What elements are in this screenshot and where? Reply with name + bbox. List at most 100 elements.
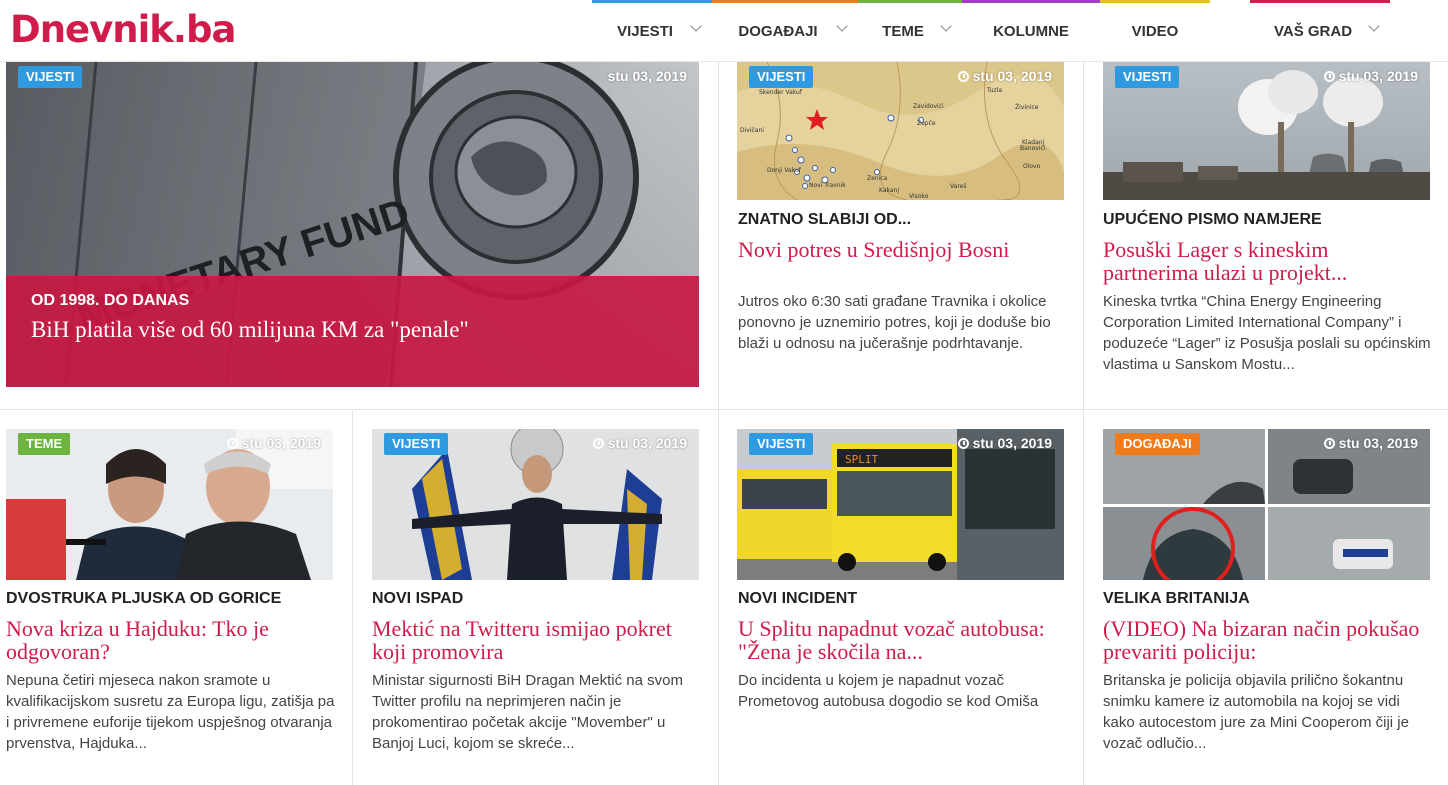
category-badge[interactable]: VIJESTI: [1115, 66, 1180, 88]
site-logo[interactable]: Dnevnik.ba: [10, 8, 236, 51]
column-divider: [718, 410, 719, 785]
column-divider: [1083, 410, 1084, 785]
date-text: stu 03, 2019: [607, 435, 687, 451]
nav-label: VAŠ GRAD: [1273, 22, 1353, 40]
date-text: stu 03, 2019: [607, 68, 687, 84]
map-label: Vareš: [950, 183, 966, 190]
article-image[interactable]: TEME stu 03, 2019: [6, 429, 333, 580]
map-label: Olovo: [1023, 163, 1041, 170]
article-kicker: NOVI INCIDENT: [738, 590, 858, 607]
category-badge[interactable]: DOGAĐAJI: [1115, 433, 1200, 455]
article-excerpt: Kineska tvrtka “China Energy Engineering…: [1103, 293, 1431, 373]
article-date: stu 03, 2019: [592, 435, 687, 451]
nav-dogadaji[interactable]: DOGAĐAJI: [712, 0, 858, 62]
map-label: Visoko: [909, 193, 929, 200]
article-kicker: UPUĆENO PISMO NAMJERE: [1103, 211, 1322, 228]
nav-accent-bar: [1250, 0, 1390, 3]
map-label: Žepče: [917, 119, 936, 127]
map-label: Tuzla: [986, 87, 1002, 94]
article-excerpt: Ministar sigurnosti BiH Dragan Mektić na…: [372, 672, 683, 752]
date-text: stu 03, 2019: [972, 435, 1052, 451]
hero-caption[interactable]: OD 1998. DO DANAS BiH platila više od 60…: [6, 276, 699, 387]
row-divider: [0, 409, 1448, 410]
bus-sign-text: SPLIT: [845, 453, 878, 466]
chevron-down-icon[interactable]: [940, 20, 952, 32]
nav-teme[interactable]: TEME: [858, 0, 962, 62]
map-label: Zenica: [867, 175, 888, 182]
nav-label: KOLUMNE: [993, 22, 1069, 40]
clock-icon: [1323, 437, 1335, 449]
map-label: Kakanj: [879, 187, 899, 194]
article-title[interactable]: Novi potres u Središnjoj Bosni: [738, 238, 1068, 261]
article-excerpt: Britanska je policija objavila prilično …: [1103, 672, 1409, 752]
nav-kolumne[interactable]: KOLUMNE: [962, 0, 1100, 62]
chevron-down-icon[interactable]: [836, 20, 848, 32]
map-label: Divičani: [740, 127, 764, 134]
nav-label: VIDEO: [1131, 22, 1179, 40]
article-image[interactable]: VIJESTI stu 03, 2019: [372, 429, 699, 580]
column-divider: [352, 410, 353, 785]
column-divider: [1083, 62, 1084, 409]
article-image[interactable]: SPLIT VIJESTI stu 03, 2019: [737, 429, 1064, 580]
article-kicker: VELIKA BRITANIJA: [1103, 590, 1250, 607]
article-date: stu 03, 2019: [1323, 435, 1418, 451]
article-title[interactable]: Posuški Lager s kineskim partnerima ulaz…: [1103, 238, 1423, 284]
clock-icon: [957, 70, 969, 82]
date-text: stu 03, 2019: [241, 435, 321, 451]
map-label: Novi Travnik: [809, 182, 846, 189]
chevron-down-icon[interactable]: [690, 20, 702, 32]
article-excerpt: Nepuna četiri mjeseca nakon sramote u kv…: [6, 672, 335, 752]
nav-vijesti[interactable]: VIJESTI: [592, 0, 712, 62]
nav-label: VIJESTI: [617, 22, 673, 40]
article-date: stu 03, 2019: [608, 68, 687, 84]
article-kicker: DVOSTRUKA PLJUSKA OD GORICE: [6, 590, 282, 607]
map-label: Banovići: [1020, 145, 1046, 152]
article-date: stu 03, 2019: [957, 435, 1052, 451]
clock-icon: [592, 437, 604, 449]
category-badge[interactable]: VIJESTI: [18, 66, 83, 88]
clock-icon: [957, 437, 969, 449]
clock-icon: [1323, 70, 1335, 82]
article-title[interactable]: (VIDEO) Na bizaran način pokušao prevari…: [1103, 617, 1423, 663]
nav-accent-bar: [858, 0, 962, 3]
date-text: stu 03, 2019: [1338, 435, 1418, 451]
map-label: Skender Vakuf: [759, 89, 803, 96]
article-excerpt: Do incidenta u kojem je napadnut vozač P…: [738, 672, 1039, 710]
article-date: stu 03, 2019: [957, 68, 1052, 84]
article-image[interactable]: Skender Vakuf Zavidovići Žepče Živinice …: [737, 62, 1064, 200]
article-title[interactable]: U Splitu napadnut vozač autobusa: "Žena …: [738, 617, 1058, 663]
date-text: stu 03, 2019: [972, 68, 1052, 84]
nav-accent-bar: [962, 0, 1100, 3]
article-kicker: NOVI ISPAD: [372, 590, 464, 607]
nav-accent-bar: [592, 0, 712, 3]
category-badge[interactable]: VIJESTI: [384, 433, 449, 455]
nav-accent-bar: [1100, 0, 1210, 3]
chevron-down-icon[interactable]: [1368, 20, 1380, 32]
column-divider: [718, 62, 719, 409]
nav-accent-bar: [712, 0, 858, 3]
map-label: Donji Vakuf: [767, 167, 802, 174]
article-excerpt: Jutros oko 6:30 sati građane Travnika i …: [738, 293, 1051, 352]
article-date: stu 03, 2019: [1323, 68, 1418, 84]
nav-video[interactable]: VIDEO: [1100, 0, 1210, 62]
nav-label: TEME: [882, 22, 924, 40]
article-title[interactable]: Nova kriza u Hajduku: Tko je odgovoran?: [6, 617, 326, 663]
article-image[interactable]: VIJESTI stu 03, 2019: [1103, 62, 1430, 200]
category-badge[interactable]: TEME: [18, 433, 71, 455]
clock-icon: [226, 437, 238, 449]
category-badge[interactable]: VIJESTI: [749, 433, 814, 455]
article-date: stu 03, 2019: [226, 435, 321, 451]
nav-vas-grad[interactable]: VAŠ GRAD: [1250, 0, 1390, 62]
hero-kicker: OD 1998. DO DANAS: [31, 292, 190, 309]
map-label: Zavidovići: [913, 103, 944, 110]
article-title[interactable]: Mektić na Twitteru ismijao pokret koji p…: [372, 617, 692, 663]
map-label: Živinice: [1015, 103, 1039, 111]
article-kicker: ZNATNO SLABIJI OD...: [738, 211, 912, 228]
main-nav: VIJESTI DOGAĐAJI TEME KOLUMNE VIDEO VAŠ …: [592, 0, 1390, 62]
site-header: Dnevnik.ba VIJESTI DOGAĐAJI TEME KOLUMNE…: [0, 0, 1448, 62]
date-text: stu 03, 2019: [1338, 68, 1418, 84]
category-badge[interactable]: VIJESTI: [749, 66, 814, 88]
article-image[interactable]: DOGAĐAJI stu 03, 2019: [1103, 429, 1430, 580]
hero-title[interactable]: BiH platila više od 60 milijuna KM za "p…: [31, 317, 671, 343]
